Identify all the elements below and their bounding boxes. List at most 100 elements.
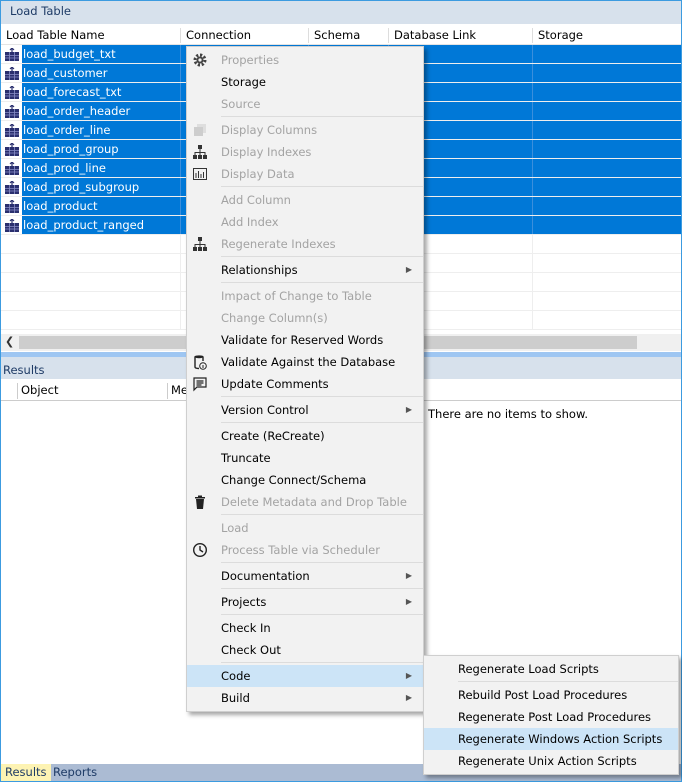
grid-line xyxy=(532,197,533,215)
menu-item-truncate[interactable]: Truncate xyxy=(187,447,423,469)
table-name: load_prod_line xyxy=(23,161,106,175)
menu-item-relationships[interactable]: Relationships ▶ xyxy=(187,259,423,281)
grid-line xyxy=(532,178,533,196)
menu-item-label: Rebuild Post Load Procedures xyxy=(458,688,628,702)
submenu-arrow-icon: ▶ xyxy=(405,405,412,414)
gear-icon xyxy=(192,52,208,68)
col-header-database-link[interactable]: Database Link xyxy=(389,28,533,43)
menu-item-label: Relationships xyxy=(221,263,298,277)
table-name: load_customer xyxy=(23,66,108,80)
tab-results[interactable]: Results xyxy=(1,764,51,781)
menu-item-documentation[interactable]: Documentation ▶ xyxy=(187,565,423,587)
menu-item-label: Change Column(s) xyxy=(221,311,328,325)
menu-item-label: Add Column xyxy=(221,193,291,207)
comment-icon xyxy=(192,376,208,392)
tab-reports[interactable]: Reports xyxy=(49,764,101,781)
load-table-icon xyxy=(5,180,19,194)
menu-item-update-comments[interactable]: Update Comments xyxy=(187,373,423,395)
load-table-icon xyxy=(5,66,19,80)
menu-item-regenerate-post-load-procedures[interactable]: Regenerate Post Load Procedures xyxy=(424,706,678,728)
menu-item-display-columns[interactable]: Display Columns xyxy=(187,119,423,141)
grid-line xyxy=(532,140,533,158)
grid-line xyxy=(532,83,533,101)
menu-item-label: Add Index xyxy=(221,215,279,229)
grid-line xyxy=(532,45,533,63)
menu-item-code[interactable]: Code ▶ xyxy=(187,665,423,687)
table-name: load_order_header xyxy=(23,104,131,118)
menu-item-add-index[interactable]: Add Index xyxy=(187,211,423,233)
columns-icon xyxy=(192,122,208,138)
scroll-left-icon[interactable]: ❮ xyxy=(5,335,14,348)
menu-item-label: Source xyxy=(221,97,261,111)
grid-line xyxy=(180,273,181,291)
menu-item-storage[interactable]: Storage xyxy=(187,71,423,93)
grid-line xyxy=(532,292,533,310)
table-name: load_budget_txt xyxy=(23,47,116,61)
menu-item-change-column-s[interactable]: Change Column(s) xyxy=(187,307,423,329)
menu-item-label: Projects xyxy=(221,595,267,609)
menu-item-label: Properties xyxy=(221,53,280,67)
database-info-icon xyxy=(192,354,208,370)
menu-item-delete-metadata-and-drop-table[interactable]: Delete Metadata and Drop Table xyxy=(187,491,423,513)
submenu-arrow-icon: ▶ xyxy=(405,571,412,580)
menu-item-regenerate-load-scripts[interactable]: Regenerate Load Scripts xyxy=(424,658,678,680)
grid-line xyxy=(180,83,181,101)
menu-item-impact-of-change-to-table[interactable]: Impact of Change to Table xyxy=(187,285,423,307)
menu-item-label: Impact of Change to Table xyxy=(221,289,372,303)
menu-item-properties[interactable]: Properties xyxy=(187,49,423,71)
menu-item-change-connect-schema[interactable]: Change Connect/Schema xyxy=(187,469,423,491)
submenu-arrow-icon: ▶ xyxy=(405,671,412,680)
grid-line xyxy=(180,159,181,177)
hierarchy-icon xyxy=(192,236,208,252)
menu-item-display-data[interactable]: Display Data xyxy=(187,163,423,185)
menu-item-validate-against-the-database[interactable]: Validate Against the Database xyxy=(187,351,423,373)
col-header-object[interactable]: Object xyxy=(17,383,167,399)
menu-item-build[interactable]: Build ▶ xyxy=(187,687,423,709)
menu-item-label: Truncate xyxy=(221,451,271,465)
menu-item-label: Regenerate Post Load Procedures xyxy=(458,710,652,724)
col-header-schema[interactable]: Schema xyxy=(309,28,389,43)
menu-item-load[interactable]: Load xyxy=(187,517,423,539)
table-name: load_prod_subgroup xyxy=(23,180,140,194)
load-table-icon xyxy=(5,123,19,137)
menu-item-check-in[interactable]: Check In xyxy=(187,617,423,639)
menu-item-regenerate-windows-action-scripts[interactable]: Regenerate Windows Action Scripts xyxy=(424,728,678,750)
grid-line xyxy=(180,235,181,253)
menu-item-label: Validate for Reserved Words xyxy=(221,333,384,347)
grid-line xyxy=(180,45,181,63)
menu-item-label: Build xyxy=(221,691,250,705)
menu-item-label: Process Table via Scheduler xyxy=(221,543,380,557)
menu-item-projects[interactable]: Projects ▶ xyxy=(187,591,423,613)
menu-item-label: Display Columns xyxy=(221,123,318,137)
menu-item-rebuild-post-load-procedures[interactable]: Rebuild Post Load Procedures xyxy=(424,684,678,706)
table-name: load_forecast_txt xyxy=(23,85,122,99)
menu-item-version-control[interactable]: Version Control ▶ xyxy=(187,399,423,421)
grid-line xyxy=(532,64,533,82)
hierarchy-icon xyxy=(192,144,208,160)
menu-item-display-indexes[interactable]: Display Indexes xyxy=(187,141,423,163)
menu-item-label: Version Control xyxy=(221,403,309,417)
grid-line xyxy=(532,273,533,291)
col-header-name[interactable]: Load Table Name xyxy=(1,28,181,43)
grid-line xyxy=(532,121,533,139)
menu-item-label: Validate Against the Database xyxy=(221,355,396,369)
menu-item-source[interactable]: Source xyxy=(187,93,423,115)
menu-item-label: Update Comments xyxy=(221,377,329,391)
table-name: load_product xyxy=(23,199,98,213)
menu-item-add-column[interactable]: Add Column xyxy=(187,189,423,211)
menu-item-validate-for-reserved-words[interactable]: Validate for Reserved Words xyxy=(187,329,423,351)
menu-item-create-recreate[interactable]: Create (ReCreate) xyxy=(187,425,423,447)
col-header-storage[interactable]: Storage xyxy=(533,28,682,43)
grid-line xyxy=(532,102,533,120)
load-table-icon xyxy=(5,161,19,175)
menu-item-regenerate-indexes[interactable]: Regenerate Indexes xyxy=(187,233,423,255)
menu-item-process-table-via-scheduler[interactable]: Process Table via Scheduler xyxy=(187,539,423,561)
clock-icon xyxy=(192,542,208,558)
code-submenu: Regenerate Load Scripts Rebuild Post Load… xyxy=(423,655,679,775)
col-header-connection[interactable]: Connection xyxy=(181,28,309,43)
grid-line xyxy=(180,216,181,234)
panel-title: Load Table xyxy=(1,1,681,24)
menu-item-check-out[interactable]: Check Out xyxy=(187,639,423,661)
grid-line xyxy=(180,140,181,158)
menu-item-regenerate-unix-action-scripts[interactable]: Regenerate Unix Action Scripts xyxy=(424,750,678,772)
